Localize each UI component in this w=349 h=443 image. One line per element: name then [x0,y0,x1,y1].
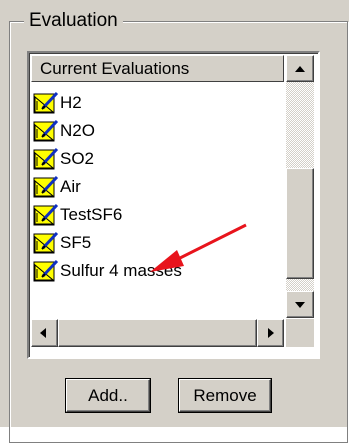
arrow-right-icon [268,328,274,338]
evaluation-icon [33,175,59,198]
list-item-sulfur-4-masses[interactable]: Sulfur 4 masses [33,257,182,285]
list-item-h2[interactable]: H2 [33,89,82,117]
list-item-label: TestSF6 [60,205,123,224]
scrollbar-corner [286,319,314,347]
arrow-down-icon [295,302,305,308]
list-item-air[interactable]: Air [33,173,81,201]
remove-button[interactable]: Remove [179,379,271,412]
add-button[interactable]: Add.. [66,379,150,412]
list-item-n2o[interactable]: N2O [33,117,95,145]
list-item-so2[interactable]: SO2 [33,145,94,173]
arrow-left-icon [40,328,46,338]
group-title: Evaluation [24,10,123,32]
scroll-up-button[interactable] [286,55,314,82]
arrow-up-icon [295,66,305,72]
evaluation-icon [33,203,59,226]
column-header-current-evaluations[interactable]: Current Evaluations [31,55,284,82]
scroll-left-button[interactable] [31,319,58,347]
vertical-scrollbar[interactable] [286,55,314,318]
scroll-down-button[interactable] [286,291,314,318]
evaluations-list[interactable]: Current Evaluations H2 N2O SO2 Air TestS… [27,51,320,359]
evaluation-icon [33,119,59,142]
list-item-sf5[interactable]: SF5 [33,229,91,257]
list-item-label: Air [60,177,81,196]
list-item-label: SF5 [60,233,92,252]
evaluation-icon [33,91,59,114]
evaluation-panel: Evaluation Current Evaluations H2 N2O SO… [0,0,349,443]
evaluation-icon [33,259,59,282]
list-item-label: SO2 [60,149,95,168]
list-item-label: Sulfur 4 masses [60,261,182,280]
scroll-right-button[interactable] [257,319,284,347]
horizontal-scroll-thumb[interactable] [58,319,257,347]
evaluation-icon [33,147,59,170]
horizontal-scrollbar[interactable] [31,319,284,347]
evaluation-icon [33,231,59,254]
list-item-testsf6[interactable]: TestSF6 [33,201,122,229]
list-item-label: H2 [60,93,82,112]
vertical-scroll-thumb[interactable] [286,168,314,279]
list-rows: H2 N2O SO2 Air TestSF6 SF5 Sulfur 4 mass… [33,85,283,319]
list-item-label: N2O [60,121,95,140]
